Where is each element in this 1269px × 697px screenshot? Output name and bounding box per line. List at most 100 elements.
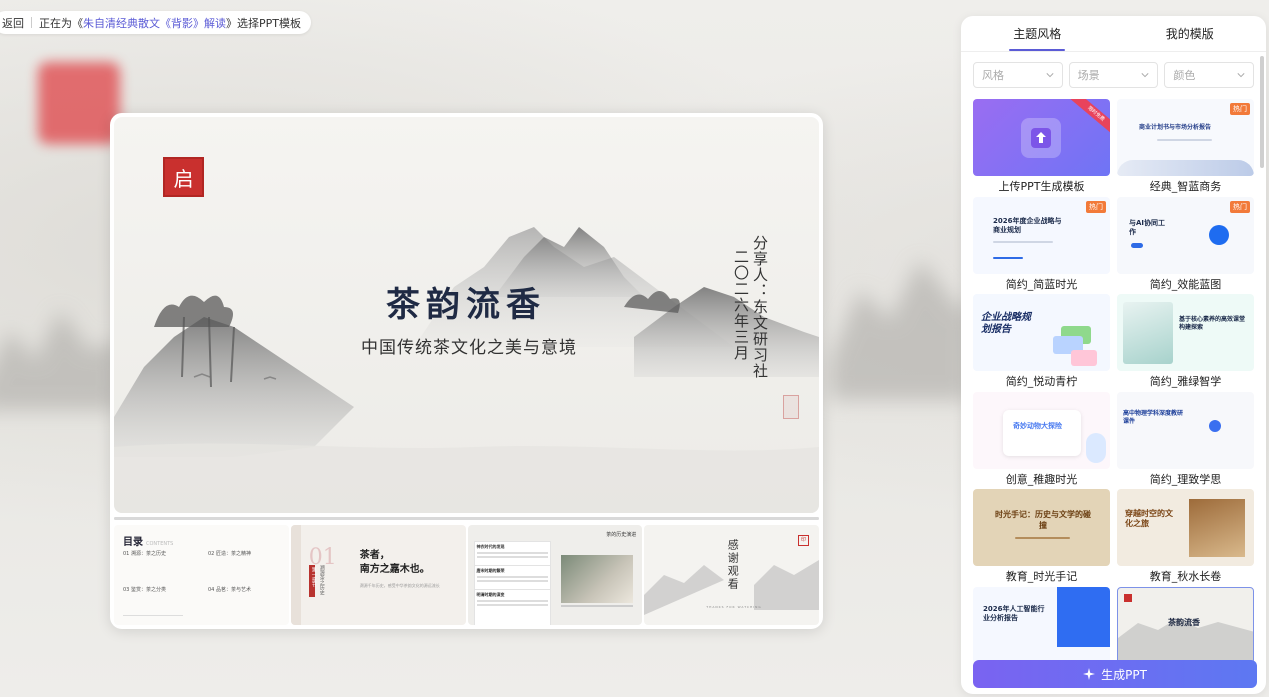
template-label: 简约_理致学思 xyxy=(1149,472,1222,486)
back-link[interactable]: 返回 xyxy=(2,15,24,31)
template-preview: 基于核心素养的高效课堂构建探索 xyxy=(1117,294,1254,371)
filter-bar: 风格 场景 颜色 xyxy=(961,52,1266,88)
template-preview-title: 与AI协同工作 xyxy=(1129,218,1166,236)
template-preview: 热门 商业计划书与市场分析报告 xyxy=(1117,99,1254,176)
template-card-upload[interactable]: 限时免费 上传PPT生成模板 xyxy=(973,99,1110,197)
decorative-block xyxy=(1071,350,1097,366)
template-preview: 奇妙动物大探险 xyxy=(973,391,1110,469)
thumbnail-chapter[interactable]: 01 第一章节 溯源茶之历史 茶者， 南方之嘉木也。 溯源千年历史，感受中华茶韵… xyxy=(290,525,466,625)
template-preview: 企业战略规划报告 xyxy=(973,294,1110,371)
template-card[interactable]: 穿越时空的文化之旅 教育_秋水长卷 xyxy=(1117,489,1254,587)
template-card[interactable]: 热门 与AI协同工作 简约_效能蓝图 xyxy=(1117,196,1254,295)
template-label: 教育_时光手记 xyxy=(1005,570,1078,583)
template-grid: 限时免费 上传PPT生成模板 热门 商业计划书与市场分析报告 经典_智蓝商务 热… xyxy=(973,99,1254,684)
blurred-seal-decoration xyxy=(38,62,120,144)
slide-scrollbar[interactable] xyxy=(114,517,819,520)
decorative-wave xyxy=(1117,160,1254,176)
template-card[interactable]: 热门 2026年度企业战略与商业规划 简约_简蓝时光 xyxy=(973,196,1110,295)
template-label: 简约_悦动青柠 xyxy=(1005,375,1078,388)
decorative-illustration xyxy=(1123,302,1173,364)
style-filter-select[interactable]: 风格 xyxy=(973,62,1063,88)
template-preview-title: 2026年度企业战略与商业规划 xyxy=(993,216,1062,234)
generate-ppt-button[interactable]: 生成PPT xyxy=(973,660,1257,688)
template-preview-title: 时光手记：历史与文学的碰撞 xyxy=(995,510,1091,530)
decorative-circle xyxy=(1209,419,1221,432)
template-preview: 热门 与AI协同工作 xyxy=(1117,196,1254,274)
tab-theme-style[interactable]: 主题风格 xyxy=(961,16,1114,51)
history-card: 明清时期的演变 xyxy=(473,589,551,625)
status-prefix: 正在为《 xyxy=(39,16,83,30)
generate-label: 生成PPT xyxy=(1101,667,1147,682)
template-preview: 高中物理学科深度教研课件 xyxy=(1117,391,1254,469)
template-card[interactable]: 企业战略规划报告 简约_悦动青柠 xyxy=(973,294,1110,392)
template-label: 经典_智蓝商务 xyxy=(1149,180,1222,193)
template-panel: 主题风格 我的模版 风格 场景 颜色 限时免费 上传PPT生成模板 热门 商业计… xyxy=(961,16,1266,694)
template-card[interactable]: 热门 商业计划书与市场分析报告 经典_智蓝商务 xyxy=(1117,99,1254,197)
toc-title: 目录 CONTENTS xyxy=(123,537,174,548)
breadcrumb-bar: 返回 正在为《 朱自清经典散文《背影》解读 》选择PPT模板 xyxy=(0,11,311,34)
template-label: 上传PPT生成模板 xyxy=(998,180,1085,193)
template-label: 教育_秋水长卷 xyxy=(1149,570,1222,583)
template-preview: 2026年人工智能行业分析报告 xyxy=(973,586,1110,664)
toc-item: 03 鉴赏：茶之分类 xyxy=(123,587,166,593)
template-label: 简约_效能蓝图 xyxy=(1149,277,1222,291)
divider xyxy=(123,615,183,616)
document-title: 朱自清经典散文《背影》解读 xyxy=(83,16,226,30)
template-preview: 热门 2026年度企业战略与商业规划 xyxy=(973,196,1110,274)
panel-tabs: 主题风格 我的模版 xyxy=(961,16,1266,52)
chevron-down-icon xyxy=(1141,73,1149,78)
decorative-photo xyxy=(1189,499,1245,557)
chapter-body: 溯源千年历史，感受中华茶韵文化的源远流长 xyxy=(359,583,440,588)
template-card[interactable]: 基于核心素养的高效课堂构建探索 简约_雅绿智学 xyxy=(1117,294,1254,392)
toc-item: 02 匠造：茶之精神 xyxy=(208,551,251,557)
chevron-down-icon xyxy=(1046,73,1054,78)
toc-item: 04 品茗：茶与艺术 xyxy=(208,587,251,593)
slide-title: 茶韵流香 xyxy=(386,285,546,325)
tea-photo xyxy=(560,555,633,603)
template-preview-title: 茶韵流香 xyxy=(1168,616,1200,627)
tab-my-templates[interactable]: 我的模版 xyxy=(1114,16,1267,51)
thumbnail-history[interactable]: 茶的历史演进 神农时代的发现 唐宋时期的繁荣 明清时期的演变 xyxy=(467,525,643,625)
small-stamp xyxy=(783,395,799,419)
history-header: 茶的历史演进 xyxy=(606,532,637,538)
template-preview: 时光手记：历史与文学的碰撞 xyxy=(973,489,1110,566)
slide-subtitle: 中国传统茶文化之美与意境 xyxy=(361,338,577,358)
template-preview: 穿越时空的文化之旅 xyxy=(1117,489,1254,566)
decorative-block xyxy=(1057,586,1110,647)
hot-badge: 热门 xyxy=(1086,200,1106,213)
thumbnail-toc[interactable]: 目录 CONTENTS 01 溯源：茶之历史 02 匠造：茶之精神 03 鉴赏：茶… xyxy=(114,525,289,625)
mini-seal: 印 xyxy=(798,535,809,546)
slide-thumbnails: 目录 CONTENTS 01 溯源：茶之历史 02 匠造：茶之精神 03 鉴赏：茶… xyxy=(114,525,819,625)
template-preview-title: 企业战略规划报告 xyxy=(981,312,1031,335)
template-preview: 茶韵流香 xyxy=(1117,586,1254,664)
blurred-mountain-left xyxy=(0,310,120,410)
template-preview-title: 商业计划书与市场分析报告 xyxy=(1139,124,1212,131)
decorative-circle xyxy=(1209,224,1229,245)
panel-scrollbar[interactable] xyxy=(1260,56,1264,168)
preview-stage: 启 茶韵流香 中国传统茶文化之美与意境 分享人：东文研习社 二〇二六年三月 目录… xyxy=(110,113,823,629)
photo-caption xyxy=(560,605,633,607)
toc-item: 01 溯源：茶之历史 xyxy=(123,551,166,557)
preview-card xyxy=(1003,409,1081,456)
thanks-vertical: 感谢观看 xyxy=(726,539,740,591)
chapter-headline: 茶者， 南方之嘉木也。 xyxy=(359,550,430,575)
color-filter-select[interactable]: 颜色 xyxy=(1164,62,1255,88)
template-preview-title: 穿越时空的文化之旅 xyxy=(1125,509,1173,528)
template-card[interactable]: 时光手记：历史与文学的碰撞 教育_时光手记 xyxy=(973,489,1110,587)
presenter-text: 分享人：东文研习社 xyxy=(751,235,769,379)
thumbnail-thanks[interactable]: 感谢观看 THANKS FOR WATCHING 印 xyxy=(644,525,819,625)
seal-stamp: 启 xyxy=(163,157,204,197)
template-card[interactable]: 高中物理学科深度教研课件 简约_理致学思 xyxy=(1117,391,1254,490)
template-label: 简约_简蓝时光 xyxy=(1005,277,1078,291)
chevron-down-icon xyxy=(1237,73,1245,78)
template-preview-title: 2026年人工智能行业分析报告 xyxy=(983,604,1045,622)
template-preview-title: 高中物理学科深度教研课件 xyxy=(1123,409,1184,425)
template-label: 简约_雅绿智学 xyxy=(1149,375,1222,388)
chapter-side-label: 第一章节 xyxy=(310,567,317,587)
divider xyxy=(31,17,32,28)
template-card[interactable]: 奇妙动物大探险 创意_稚趣时光 xyxy=(973,391,1110,490)
scene-filter-select[interactable]: 场景 xyxy=(1068,62,1159,88)
template-label: 创意_稚趣时光 xyxy=(1005,472,1078,486)
date-text: 二〇二六年三月 xyxy=(732,249,750,361)
main-slide-preview: 启 茶韵流香 中国传统茶文化之美与意境 分享人：东文研习社 二〇二六年三月 xyxy=(114,117,819,513)
